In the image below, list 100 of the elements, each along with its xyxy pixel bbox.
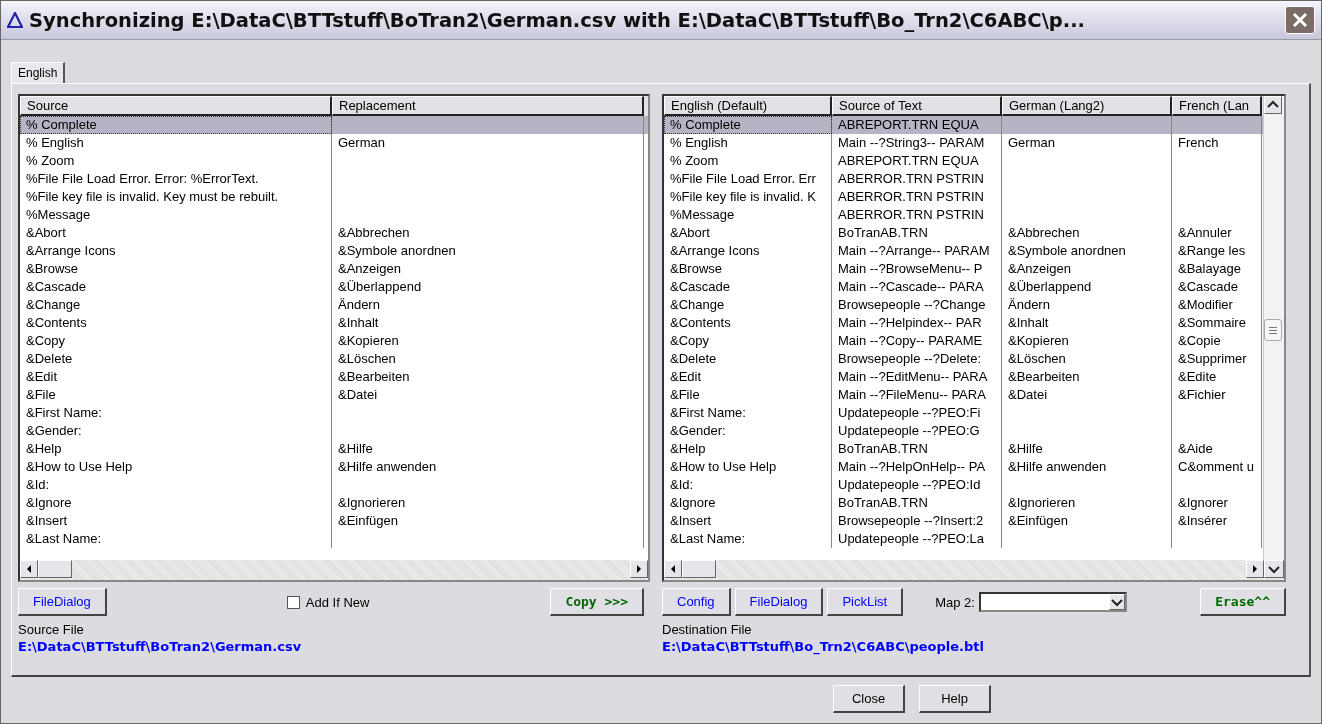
- table-cell: &Delete: [26, 351, 73, 366]
- table-cell: &Inhalt: [338, 315, 379, 330]
- table-cell: Main --?Arrange-- PARAM: [838, 243, 990, 258]
- table-cell: &Sommaire: [1178, 315, 1246, 330]
- window-title: Synchronizing E:\DataC\BTTstuff\BoTran2\German.csv with E:\DataC\BTTstuff\Bo_Trn2\C6ABC\p...: [29, 8, 1086, 32]
- table-cell: Main --?Copy-- PARAME: [838, 333, 983, 348]
- table-cell: Updatepeople --?PEO:La: [838, 531, 984, 546]
- table-cell: ABERROR.TRN PSTRIN: [838, 189, 984, 204]
- table-cell: &First Name:: [670, 405, 746, 420]
- table-cell: &Edite: [1178, 369, 1217, 384]
- table-cell: &Edit: [670, 369, 702, 384]
- table-cell: Main --?FileMenu-- PARA: [838, 387, 986, 402]
- table-cell: &Copie: [1178, 333, 1221, 348]
- table-cell: BoTranAB.TRN: [838, 495, 928, 510]
- table-cell: C&omment u: [1178, 459, 1254, 474]
- field-label: Destination File: [662, 622, 753, 637]
- table-cell: %File key file is invalid. K: [670, 189, 816, 204]
- table-cell: Main --?Helpindex-- PAR: [838, 315, 982, 330]
- table-cell: Ändern: [338, 297, 380, 312]
- table-cell: &Cascade: [670, 279, 730, 294]
- table-cell: ABERROR.TRN PSTRIN: [838, 171, 984, 186]
- table-cell: ABERROR.TRN PSTRIN: [838, 207, 984, 222]
- table-cell: &Löschen: [1008, 351, 1066, 366]
- table-cell: &Modifier: [1178, 297, 1233, 312]
- table-cell: &Range les: [1178, 243, 1246, 258]
- copy-button[interactable]: Copy >>>: [550, 588, 644, 616]
- tab[interactable]: English: [11, 62, 66, 83]
- table-cell: &Überlappend: [338, 279, 422, 294]
- table-cell: &Insérer: [1178, 513, 1228, 528]
- toolbar-button[interactable]: Config: [662, 588, 731, 616]
- table-cell: % Complete: [670, 117, 741, 132]
- table-cell: &File: [670, 387, 700, 402]
- table-cell: &Symbole anordnen: [338, 243, 456, 258]
- table-cell: &Delete: [670, 351, 717, 366]
- table-cell: &Annuler: [1178, 225, 1232, 240]
- table-cell: &Gender:: [26, 423, 82, 438]
- table-cell: &Hilfe: [1008, 441, 1043, 456]
- table-cell: &Gender:: [670, 423, 726, 438]
- table-cell: &Bearbeiten: [1008, 369, 1080, 384]
- table-cell: French: [1178, 135, 1219, 150]
- table-cell: % Zoom: [26, 153, 75, 168]
- table-cell: %File File Load Error. Err: [670, 171, 816, 186]
- table-cell: &Datei: [338, 387, 378, 402]
- table-cell: &Ignore: [670, 495, 716, 510]
- table-cell: &Last Name:: [670, 531, 746, 546]
- table-cell: BoTranAB.TRN: [838, 225, 928, 240]
- table-cell: &Fichier: [1178, 387, 1226, 402]
- erase-button[interactable]: Erase^^: [1200, 588, 1286, 616]
- table-cell: &Arrange Icons: [26, 243, 116, 258]
- checkbox-label[interactable]: Add If New: [305, 594, 370, 610]
- table-cell: &Symbole anordnen: [1008, 243, 1126, 258]
- table-cell: Updatepeople --?PEO:G: [838, 423, 980, 438]
- table-cell: ABREPORT.TRN EQUA: [838, 153, 979, 168]
- table-cell: &Ignorieren: [338, 495, 406, 510]
- table-cell: German: [1008, 135, 1055, 150]
- table-cell: &Contents: [670, 315, 731, 330]
- table-cell: &Abort: [26, 225, 66, 240]
- table-cell: &Change: [26, 297, 81, 312]
- table-cell: &First Name:: [26, 405, 102, 420]
- table-cell: &Anzeigen: [338, 261, 401, 276]
- file-path: E:\DataC\BTTstuff\Bo_Trn2\C6ABC\people.btl: [662, 639, 985, 654]
- table-cell: &Help: [670, 441, 706, 456]
- table-cell: Main --?String3-- PARAM: [838, 135, 985, 150]
- table-cell: &Bearbeiten: [338, 369, 410, 384]
- table-cell: &Cascade: [1178, 279, 1238, 294]
- table-cell: &Cascade: [26, 279, 86, 294]
- table-cell: %File key file is invalid. Key must be rebuilt.: [26, 189, 279, 204]
- table-cell: &Id:: [670, 477, 694, 492]
- dialog-button[interactable]: Close: [833, 685, 905, 713]
- table-cell: &Aide: [1178, 441, 1213, 456]
- table-cell: &Arrange Icons: [670, 243, 760, 258]
- table-cell: &Abbrechen: [1008, 225, 1080, 240]
- table-cell: &Überlappend: [1008, 279, 1092, 294]
- table-cell: &Insert: [670, 513, 712, 528]
- table-cell: &File: [26, 387, 56, 402]
- table-cell: Browsepeople --?Delete:: [838, 351, 982, 366]
- table-cell: &Hilfe anwenden: [1008, 459, 1107, 474]
- table-cell: Updatepeople --?PEO:Id: [838, 477, 981, 492]
- table-cell: %Message: [670, 207, 735, 222]
- toolbar-button[interactable]: FileDialog: [734, 588, 824, 616]
- table-cell: Main --?BrowseMenu-- P: [838, 261, 983, 276]
- table-cell: % Complete: [26, 117, 97, 132]
- table-cell: &Ignorer: [1178, 495, 1228, 510]
- table-cell: &Supprimer: [1178, 351, 1247, 366]
- table-cell: Browsepeople --?Insert:2: [838, 513, 984, 528]
- file-path: E:\DataC\BTTstuff\BoTran2\German.csv: [18, 639, 303, 654]
- dialog-button[interactable]: Help: [919, 685, 991, 713]
- table-cell: &Hilfe: [338, 441, 373, 456]
- field-label: Source File: [18, 622, 85, 637]
- table-cell: Main --?Cascade-- PARA: [838, 279, 984, 294]
- table-cell: &How to Use Help: [26, 459, 133, 474]
- table-cell: % English: [26, 135, 84, 150]
- table-cell: &Insert: [26, 513, 68, 528]
- table-cell: &Browse: [670, 261, 723, 276]
- toolbar-button[interactable]: PickList: [827, 588, 904, 616]
- table-cell: &Copy: [670, 333, 710, 348]
- table-cell: &Anzeigen: [1008, 261, 1071, 276]
- table-cell: &Change: [670, 297, 725, 312]
- table-cell: &Contents: [26, 315, 87, 330]
- file-dialog-button[interactable]: FileDialog: [18, 588, 107, 616]
